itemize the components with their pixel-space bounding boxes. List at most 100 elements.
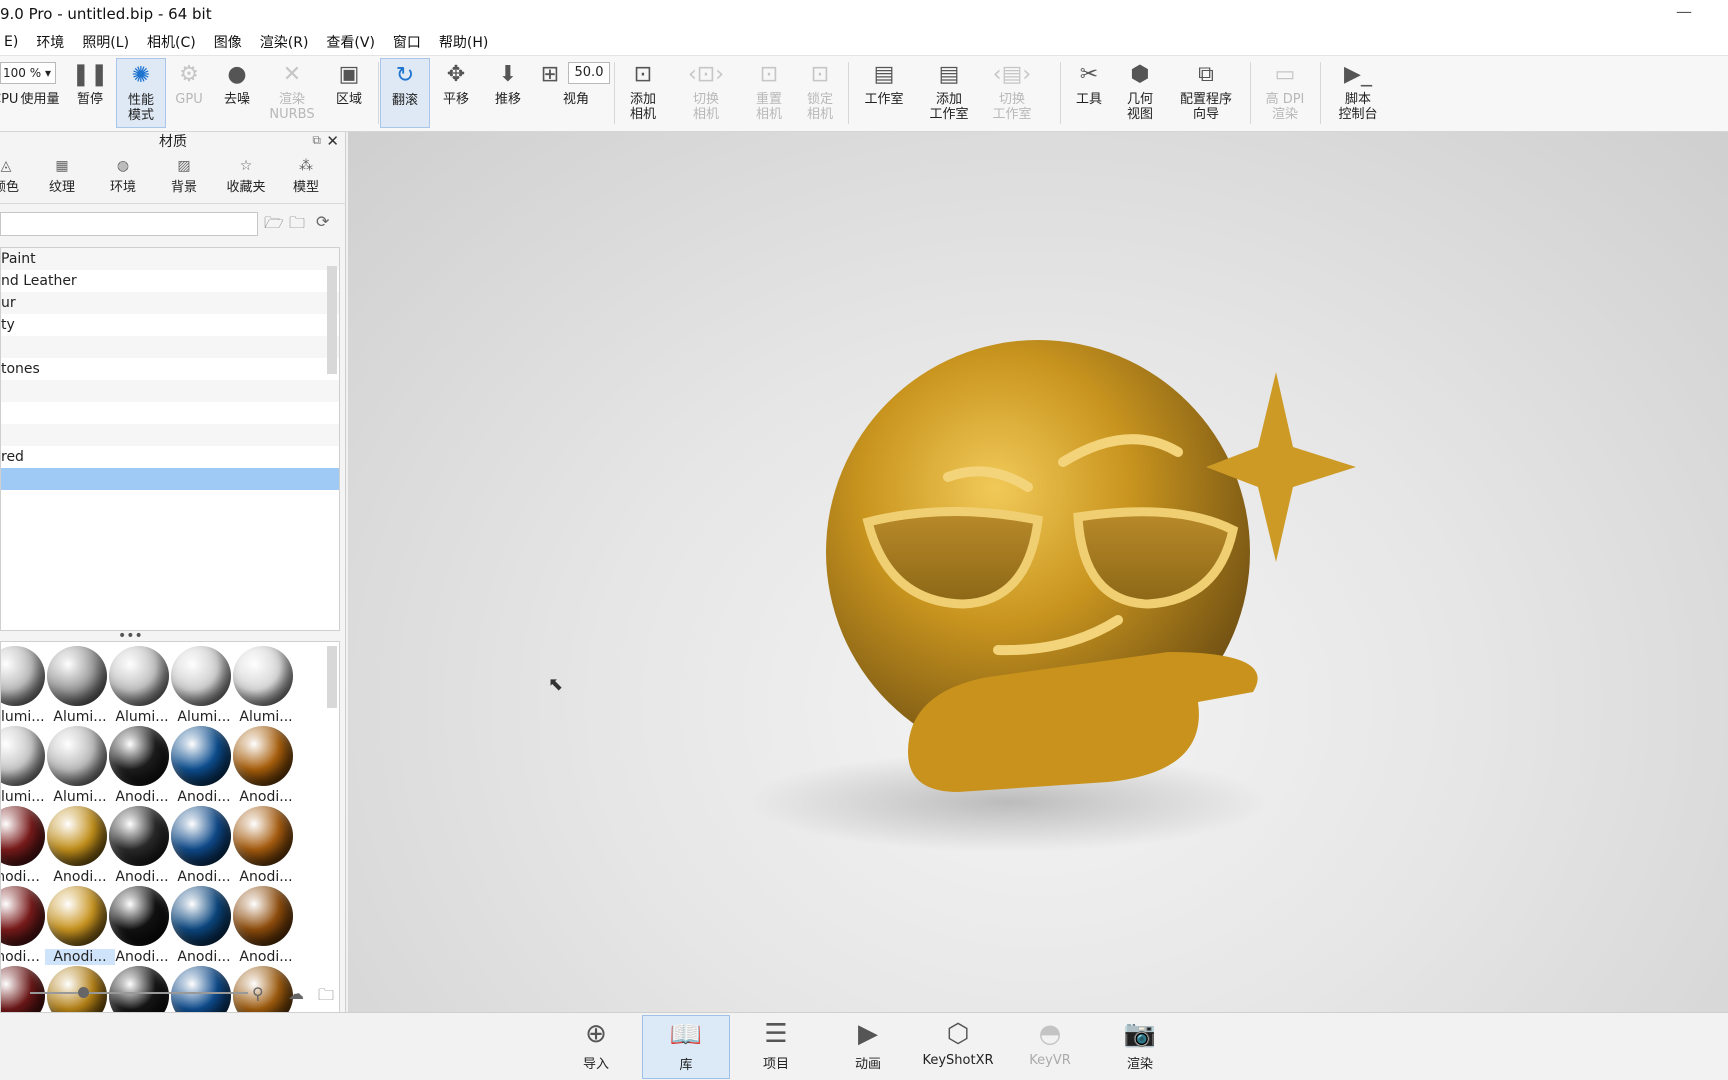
material-thumbnail[interactable]: Alumi... [1, 722, 47, 806]
material-thumbnail[interactable]: nodi... [1, 802, 47, 886]
thumbnail-size-slider[interactable] [30, 992, 248, 994]
dolly-button[interactable]: ⬇ 推移 [484, 58, 532, 128]
menu-window[interactable]: 窗口 [389, 32, 425, 52]
folder-item[interactable]: nd Leather [1, 270, 339, 292]
performance-mode-button[interactable]: ✺ 性能 模式 [116, 58, 166, 128]
material-thumbnail[interactable]: Alumi... [231, 642, 295, 726]
folder-item-selected[interactable] [1, 468, 339, 490]
studio-button[interactable]: ▤ 工作室 [854, 58, 914, 128]
material-thumbnail[interactable]: Anodi... [169, 802, 233, 886]
switch-camera-button[interactable]: ‹⊡› 切换 相机 [680, 58, 732, 128]
reset-camera-button[interactable]: ⊡ 重置 相机 [744, 58, 794, 128]
gpu-button[interactable]: ⚙ GPU [170, 58, 208, 128]
menu-view[interactable]: 查看(V) [322, 32, 379, 52]
tab-backgrounds[interactable]: ▨ 背景 [160, 158, 208, 195]
tab-textures[interactable]: ▦ 纹理 [38, 158, 86, 195]
thumbnail-size-handle[interactable] [78, 987, 89, 998]
folder-list-scrollbar[interactable] [327, 266, 337, 374]
main-toolbar: 100 % ▾ CPU 使用量 ❚❚暂停 ✺性能 模式 ⚙GPU ●去噪 ✕渲染… [0, 56, 1728, 132]
cloud-download-icon[interactable]: ☁ [288, 984, 304, 1003]
tab-environments[interactable]: ◍ 环境 [99, 158, 147, 195]
tab-models[interactable]: ⁂ 模型 [282, 158, 330, 195]
geometry-view-button[interactable]: ⬢ 几何 视图 [1116, 58, 1164, 128]
denoise-icon: ● [227, 62, 247, 87]
float-panel-icon[interactable]: ⧉ [312, 133, 321, 148]
animation-button[interactable]: ▶ 动画 [824, 1015, 912, 1079]
denoise-button[interactable]: ● 去噪 [214, 58, 260, 128]
keyshotxr-button[interactable]: ⬡ KeyShotXR [914, 1015, 1002, 1079]
menu-lighting[interactable]: 照明(L) [78, 32, 133, 52]
material-thumbnail[interactable]: Anodi... [45, 882, 115, 966]
folder-item[interactable]: tones [1, 358, 339, 380]
region-button[interactable]: ▣ 区域 [326, 58, 372, 128]
tools-button[interactable]: ✂ 工具 [1066, 58, 1112, 128]
search-input[interactable] [0, 212, 258, 236]
material-thumbnail[interactable]: Alumi... [169, 642, 233, 726]
material-thumbnail[interactable]: Anodi... [45, 802, 109, 886]
folder-item[interactable] [1, 402, 339, 424]
tab-colors[interactable]: ◬ 颜色 [0, 158, 30, 195]
fov-input[interactable]: 50.0 [568, 62, 610, 84]
material-thumbnail[interactable]: Alumi... [45, 722, 109, 806]
configurator-wizard-button[interactable]: ⧉ 配置程序 向导 [1170, 58, 1242, 128]
material-thumbnail[interactable]: Anodi... [169, 722, 233, 806]
tab-label: 环境 [109, 180, 136, 195]
library-button[interactable]: 📖 库 [642, 1015, 730, 1079]
switch-studio-button[interactable]: ‹▤› 切换 工作室 [984, 58, 1040, 128]
folder-item[interactable] [1, 336, 339, 358]
zoom-icon[interactable]: ⚲ [252, 984, 264, 1003]
hidpi-render-button[interactable]: ▭ 高 DPI 渲染 [1256, 58, 1314, 128]
folder-item[interactable] [1, 424, 339, 446]
folder-add-icon[interactable]: 🗀 [289, 212, 305, 239]
material-thumbnail[interactable]: Anodi... [231, 802, 295, 886]
material-grid-scrollbar[interactable] [327, 646, 337, 708]
toolbar-separator [848, 62, 849, 124]
material-thumbnail[interactable]: Alumi... [1, 642, 47, 726]
menu-environment[interactable]: 环境 [32, 32, 68, 52]
render-nurbs-button[interactable]: ✕ 渲染 NURBS [264, 58, 320, 128]
material-thumbnail[interactable]: Anodi... [107, 802, 171, 886]
lock-camera-button[interactable]: ⊡ 锁定 相机 [796, 58, 844, 128]
folder-item[interactable]: Paint [1, 248, 339, 270]
folder-item[interactable]: ty [1, 314, 339, 336]
menu-help[interactable]: 帮助(H) [435, 32, 492, 52]
material-thumbnail[interactable]: Anodi... [231, 722, 295, 806]
add-camera-button[interactable]: ⊡ 添加 相机 [618, 58, 668, 128]
folder-item[interactable]: ur [1, 292, 339, 314]
perf-label: 性能 模式 [127, 93, 154, 123]
pause-button[interactable]: ❚❚ 暂停 [68, 58, 112, 128]
material-thumbnail[interactable]: Alumi... [107, 642, 171, 726]
material-thumbnail[interactable]: Anodi... [231, 882, 295, 966]
material-preview-ball [233, 646, 293, 706]
minimize-button[interactable]: — [1670, 2, 1698, 26]
render-button[interactable]: 📷 渲染 [1096, 1015, 1184, 1079]
tab-favorites[interactable]: ☆ 收藏夹 [222, 158, 270, 195]
material-thumbnail[interactable]: Anodi... [169, 882, 233, 966]
script-console-button[interactable]: ▶_ 脚本 控制台 [1326, 58, 1390, 128]
dolly-icon: ⬇ [498, 62, 518, 87]
keyvr-button[interactable]: ◓ KeyVR [1006, 1015, 1094, 1079]
studio-label: 工作室 [864, 92, 904, 107]
folder-item[interactable] [1, 380, 339, 402]
menu-camera[interactable]: 相机(C) [143, 32, 200, 52]
menu-edit[interactable]: E) [0, 34, 22, 50]
material-thumbnail[interactable]: nodi... [1, 882, 47, 966]
usage-button[interactable]: 使用量 [16, 58, 64, 128]
render-label: 渲染 [1126, 1057, 1153, 1072]
material-thumbnail[interactable]: Anodi... [107, 882, 171, 966]
folder-icon[interactable]: 🗀 [318, 984, 334, 1011]
folder-open-icon[interactable]: 🗁 [264, 212, 284, 239]
folder-item[interactable]: red [1, 446, 339, 468]
render-viewport[interactable]: ⬉ [348, 132, 1728, 1012]
refresh-icon[interactable]: ⟳ [316, 212, 329, 231]
pan-button[interactable]: ✥ 平移 [432, 58, 480, 128]
menu-render[interactable]: 渲染(R) [256, 32, 313, 52]
import-button[interactable]: ⊕ 导入 [552, 1015, 640, 1079]
project-button[interactable]: ☰ 项目 [732, 1015, 820, 1079]
menu-image[interactable]: 图像 [210, 32, 246, 52]
material-thumbnail[interactable]: Alumi... [45, 642, 109, 726]
tumble-button[interactable]: ↻ 翻滚 [380, 58, 430, 128]
add-studio-button[interactable]: ▤ 添加 工作室 [920, 58, 978, 128]
close-icon[interactable]: ✕ [326, 132, 339, 150]
material-thumbnail[interactable]: Anodi... [107, 722, 171, 806]
